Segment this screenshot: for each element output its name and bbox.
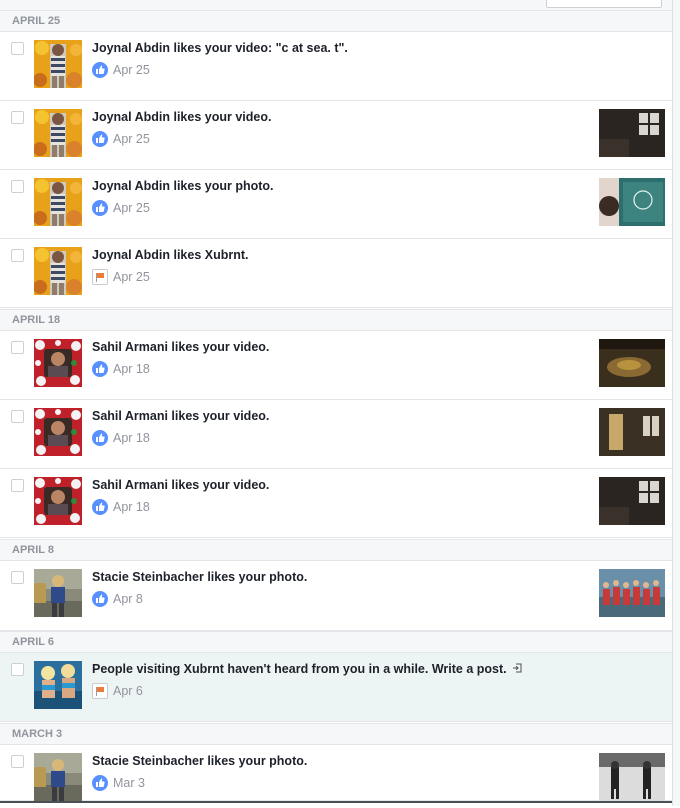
notification-date: Apr 18 <box>113 431 150 445</box>
thumbnail[interactable] <box>599 569 665 617</box>
row-checkbox[interactable] <box>11 249 24 262</box>
section-header: APRIL 8 <box>0 539 672 561</box>
notification-date: Apr 18 <box>113 362 150 376</box>
avatar[interactable] <box>34 569 82 617</box>
notification-row[interactable]: Stacie Steinbacher likes your photo. Apr… <box>0 561 672 631</box>
avatar[interactable] <box>34 247 82 295</box>
notification-text[interactable]: Stacie Steinbacher likes your photo. <box>92 754 307 768</box>
like-icon <box>92 62 108 78</box>
notification-text[interactable]: Sahil Armani likes your video. <box>92 409 269 423</box>
notification-date: Apr 8 <box>113 592 143 606</box>
external-link-icon[interactable] <box>512 662 522 673</box>
page-flag-icon <box>92 269 108 285</box>
notifications-page: APRIL 25 Joynal Abdin likes your video: … <box>0 0 673 806</box>
row-checkbox[interactable] <box>11 571 24 584</box>
thumbnail[interactable] <box>599 178 665 226</box>
thumbnail[interactable] <box>599 408 665 456</box>
row-checkbox[interactable] <box>11 479 24 492</box>
row-checkbox[interactable] <box>11 111 24 124</box>
row-checkbox[interactable] <box>11 663 24 676</box>
avatar[interactable] <box>34 477 82 525</box>
notification-row[interactable]: Joynal Abdin likes your photo. Apr 25 <box>0 170 672 239</box>
notification-row[interactable]: Sahil Armani likes your video. Apr 18 <box>0 331 672 400</box>
notification-row[interactable]: Joynal Abdin likes Xubrnt. Apr 25 <box>0 239 672 308</box>
thumbnail[interactable] <box>599 477 665 525</box>
avatar[interactable] <box>34 408 82 456</box>
avatar[interactable] <box>34 109 82 157</box>
notification-text[interactable]: Joynal Abdin likes your photo. <box>92 179 274 193</box>
scrollbar[interactable] <box>673 0 680 806</box>
notification-text[interactable]: Joynal Abdin likes Xubrnt. <box>92 248 249 262</box>
notification-date: Apr 25 <box>113 201 150 215</box>
bottom-edge <box>0 801 672 808</box>
notification-date: Mar 3 <box>113 776 145 790</box>
row-checkbox[interactable] <box>11 180 24 193</box>
notification-date: Apr 6 <box>113 684 143 698</box>
notification-row[interactable]: Joynal Abdin likes your video. Apr 25 <box>0 101 672 170</box>
notification-row[interactable]: Sahil Armani likes your video. Apr 18 <box>0 469 672 538</box>
avatar[interactable] <box>34 661 82 709</box>
avatar[interactable] <box>34 40 82 88</box>
toolbar-button[interactable] <box>546 0 662 8</box>
row-checkbox[interactable] <box>11 755 24 768</box>
notification-row[interactable]: Stacie Steinbacher likes your photo. Mar… <box>0 745 672 801</box>
section-header: MARCH 3 <box>0 723 672 745</box>
section-header: APRIL 6 <box>0 631 672 653</box>
notification-date: Apr 18 <box>113 500 150 514</box>
notification-date: Apr 25 <box>113 63 150 77</box>
notification-row[interactable]: Joynal Abdin likes your video: "c at sea… <box>0 32 672 101</box>
row-checkbox[interactable] <box>11 410 24 423</box>
notification-text[interactable]: Sahil Armani likes your video. <box>92 478 269 492</box>
notification-text[interactable]: Stacie Steinbacher likes your photo. <box>92 570 307 584</box>
like-icon <box>92 361 108 377</box>
notification-row[interactable]: Sahil Armani likes your video. Apr 18 <box>0 400 672 469</box>
notification-text[interactable]: People visiting Xubrnt haven't heard fro… <box>92 662 522 676</box>
notification-text[interactable]: Joynal Abdin likes your video. <box>92 110 271 124</box>
notification-date: Apr 25 <box>113 132 150 146</box>
like-icon <box>92 131 108 147</box>
row-checkbox[interactable] <box>11 341 24 354</box>
section-header: APRIL 18 <box>0 309 672 331</box>
row-checkbox[interactable] <box>11 42 24 55</box>
like-icon <box>92 591 108 607</box>
avatar[interactable] <box>34 339 82 387</box>
avatar[interactable] <box>34 753 82 801</box>
notification-text[interactable]: Joynal Abdin likes your video: "c at sea… <box>92 41 348 55</box>
section-header: APRIL 25 <box>0 10 672 32</box>
like-icon <box>92 499 108 515</box>
avatar[interactable] <box>34 178 82 226</box>
notification-text[interactable]: Sahil Armani likes your video. <box>92 340 269 354</box>
like-icon <box>92 775 108 791</box>
notification-date: Apr 25 <box>113 270 150 284</box>
thumbnail[interactable] <box>599 339 665 387</box>
notification-row[interactable]: People visiting Xubrnt haven't heard fro… <box>0 653 672 722</box>
thumbnail[interactable] <box>599 109 665 157</box>
like-icon <box>92 200 108 216</box>
thumbnail[interactable] <box>599 753 665 801</box>
like-icon <box>92 430 108 446</box>
page-flag-icon <box>92 683 108 699</box>
